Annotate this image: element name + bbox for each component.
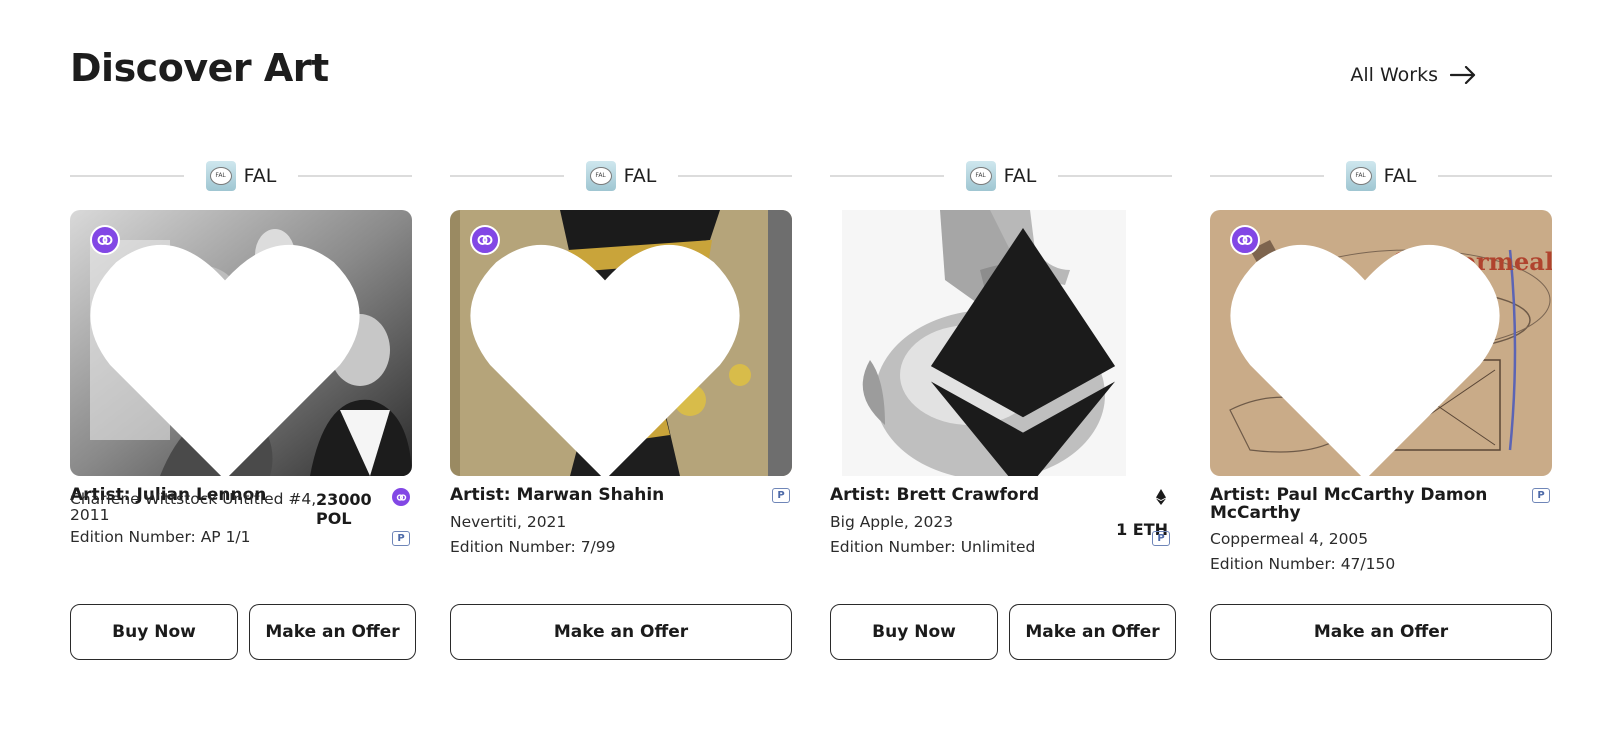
- make-offer-button[interactable]: Make an Offer: [450, 604, 792, 660]
- gallery-logo[interactable]: FAL: [1345, 161, 1376, 191]
- divider: [678, 175, 792, 177]
- artist-name[interactable]: Artist: Paul McCarthy Damon McCarthy: [1210, 486, 1510, 522]
- p-badge-icon: P: [1532, 488, 1550, 503]
- ethereum-icon: [1156, 489, 1166, 505]
- make-offer-button[interactable]: Make an Offer: [1009, 604, 1176, 660]
- page-title: Discover Art: [70, 46, 329, 90]
- edition-number: Edition Number: Unlimited: [830, 538, 1036, 556]
- all-works-label: All Works: [1350, 64, 1438, 86]
- art-card: FAL FAL Artist: Brett Crawford Big Apple…: [830, 160, 1176, 660]
- heart-icon[interactable]: [1210, 226, 1536, 476]
- gallery-name[interactable]: FAL: [1004, 165, 1037, 187]
- divider: [1058, 175, 1172, 177]
- gallery-header: FAL FAL: [830, 160, 1172, 192]
- art-card: FAL FAL Artist: Marwan Shahin P Nevertit…: [450, 160, 792, 660]
- artist-name[interactable]: Artist: Brett Crawford: [830, 486, 1130, 504]
- divider: [298, 175, 412, 177]
- gallery-header: FAL FAL: [450, 160, 792, 192]
- buy-now-button[interactable]: Buy Now: [830, 604, 998, 660]
- arrow-right-icon: [1450, 66, 1476, 84]
- heart-icon[interactable]: [450, 226, 776, 476]
- artist-name[interactable]: Artist: Marwan Shahin: [450, 486, 750, 504]
- make-offer-button[interactable]: Make an Offer: [1210, 604, 1552, 660]
- edition-number: Edition Number: 47/150: [1210, 555, 1396, 573]
- edition-number: Edition Number: 7/99: [450, 538, 616, 556]
- divider: [830, 175, 944, 177]
- divider: [1210, 175, 1324, 177]
- artwork-image[interactable]: [830, 210, 1172, 476]
- heart-icon[interactable]: [70, 226, 396, 476]
- p-badge-icon: P: [772, 488, 790, 503]
- price: 23000 POL: [316, 490, 372, 528]
- buy-now-button[interactable]: Buy Now: [70, 604, 238, 660]
- gallery-logo[interactable]: FAL: [205, 161, 236, 191]
- work-title: Big Apple, 2023: [830, 513, 954, 531]
- edition-number: Edition Number: AP 1/1: [70, 528, 251, 546]
- price-currency: POL: [316, 509, 352, 528]
- work-title: Coppermeal 4, 2005: [1210, 530, 1369, 548]
- divider: [70, 175, 184, 177]
- gallery-header: FAL FAL: [70, 160, 412, 192]
- artwork-image[interactable]: [70, 210, 412, 476]
- make-offer-button[interactable]: Make an Offer: [249, 604, 416, 660]
- art-card: FAL FAL Artist: Julian Lennon Charlene W…: [70, 160, 416, 660]
- gallery-name[interactable]: FAL: [1384, 165, 1417, 187]
- artwork-image[interactable]: Coppermeal: [1210, 210, 1552, 476]
- gallery-header: FAL FAL: [1210, 160, 1552, 192]
- p-badge-icon: P: [1152, 531, 1170, 546]
- polygon-icon: [392, 488, 410, 506]
- art-card: FAL FAL Coppermeal Artist: Paul McCarthy…: [1210, 160, 1552, 660]
- ethereum-icon: [930, 228, 1116, 476]
- artwork-image[interactable]: [450, 210, 792, 476]
- p-badge-icon: P: [392, 531, 410, 546]
- divider: [450, 175, 564, 177]
- gallery-logo[interactable]: FAL: [585, 161, 616, 191]
- divider: [1438, 175, 1552, 177]
- gallery-name[interactable]: FAL: [624, 165, 657, 187]
- gallery-name[interactable]: FAL: [244, 165, 277, 187]
- all-works-link[interactable]: All Works: [1350, 64, 1476, 86]
- work-title: Nevertiti, 2021: [450, 513, 567, 531]
- price-amount: 23000: [316, 490, 372, 509]
- work-title: Charlene Wittstock Untitled #4, 2011: [70, 490, 317, 524]
- gallery-logo[interactable]: FAL: [965, 161, 996, 191]
